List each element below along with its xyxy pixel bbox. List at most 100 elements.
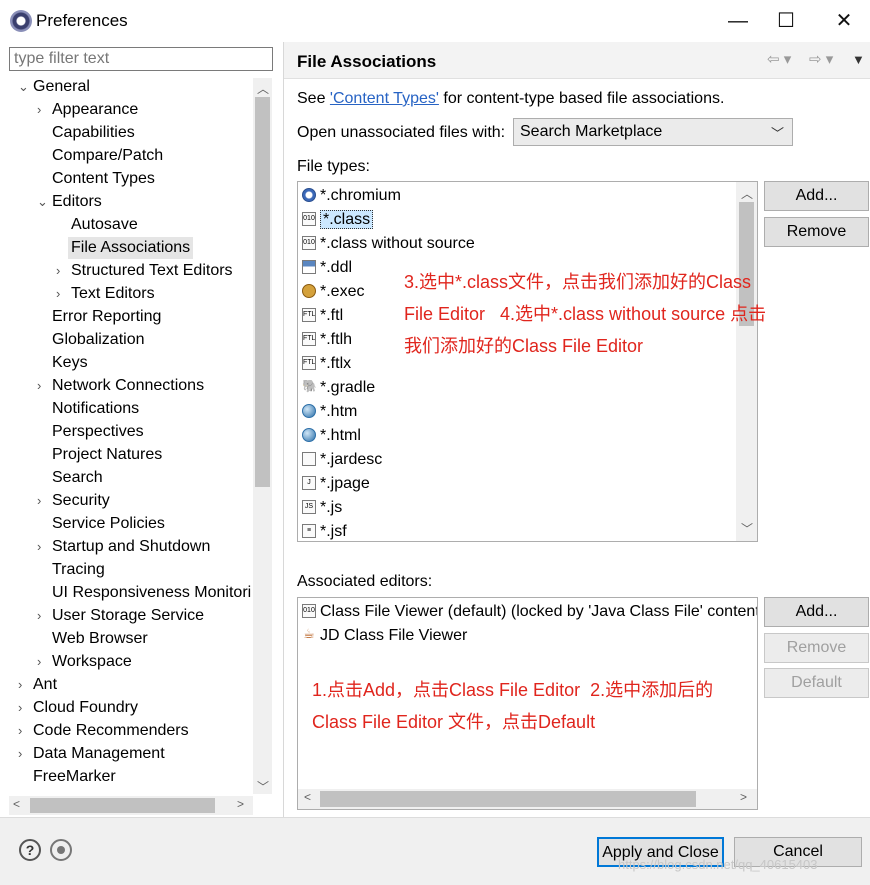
back-arrow-icon[interactable]: ⇦ ▾	[767, 50, 791, 68]
tree-item-service-policies[interactable]: Service Policies	[52, 513, 165, 535]
help-icon[interactable]: ?	[19, 839, 41, 861]
editor-row[interactable]: 010 Class File Viewer (default) (locked b…	[302, 600, 757, 624]
expand-chevron-icon[interactable]: ›	[18, 697, 22, 719]
expand-chevron-icon[interactable]: ›	[18, 674, 22, 696]
tree-item-data-management[interactable]: Data Management	[33, 743, 165, 765]
page-title: File Associations	[297, 52, 437, 71]
scroll-right-arrow-icon[interactable]: >	[740, 790, 747, 804]
tree-item-autosave[interactable]: Autosave	[71, 214, 138, 236]
see-prefix: See	[297, 90, 330, 107]
file-type-row[interactable]: *.ddl	[302, 256, 352, 280]
scroll-left-arrow-icon[interactable]: <	[13, 797, 20, 811]
file-type-name: *.ftlx	[320, 355, 352, 372]
file-type-row[interactable]: JS *.js	[302, 496, 342, 520]
file-type-row[interactable]: *.chromium	[302, 184, 401, 208]
file-type-row[interactable]: FTL *.ftlh	[302, 328, 352, 352]
expand-chevron-icon[interactable]: ›	[18, 720, 22, 742]
file-type-add-button[interactable]: Add...	[764, 181, 869, 211]
tree-item-workspace[interactable]: Workspace	[52, 651, 132, 673]
tree-item-search[interactable]: Search	[52, 467, 103, 489]
ddl-icon	[302, 260, 316, 274]
file-type-row[interactable]: 010 *.class	[302, 208, 374, 232]
scroll-up-arrow-icon[interactable]: ︿	[741, 185, 753, 202]
filter-input[interactable]: type filter text	[9, 47, 273, 71]
expand-chevron-icon[interactable]: ›	[37, 605, 41, 627]
editor-default-button[interactable]: Default	[764, 668, 869, 698]
expand-chevron-icon[interactable]: ›	[37, 375, 41, 397]
tree-item-notifications[interactable]: Notifications	[52, 398, 139, 420]
file-type-row[interactable]: *.html	[302, 424, 361, 448]
tree-item-perspectives[interactable]: Perspectives	[52, 421, 144, 443]
maximize-button[interactable]: ☐	[766, 8, 806, 34]
forward-arrow-icon[interactable]: ⇨ ▾	[809, 50, 833, 68]
tree-item-editors[interactable]: Editors	[52, 191, 102, 213]
tree-item-file-associations[interactable]: File Associations	[68, 237, 194, 259]
close-button[interactable]: ✕	[824, 8, 864, 34]
expand-chevron-icon[interactable]: ›	[37, 490, 41, 512]
file-type-row[interactable]: FTL *.ftlx	[302, 352, 351, 376]
editors-scroll-thumb[interactable]	[320, 791, 696, 807]
tree-item-text-editors[interactable]: Text Editors	[71, 283, 155, 305]
file-type-name: *.ftlh	[320, 331, 353, 348]
file-type-row[interactable]: *.jardesc	[302, 448, 382, 472]
expand-chevron-icon[interactable]: ›	[37, 536, 41, 558]
tree-item-keys[interactable]: Keys	[52, 352, 88, 374]
tree-item-compare-patch[interactable]: Compare/Patch	[52, 145, 163, 167]
tree-item-network-connections[interactable]: Network Connections	[52, 375, 204, 397]
file-type-name: *.jsf	[320, 523, 347, 540]
open-unassociated-select[interactable]: Search Marketplace ﹀	[513, 118, 793, 146]
tree-item-project-natures[interactable]: Project Natures	[52, 444, 162, 466]
scroll-up-arrow-icon[interactable]: ︿	[257, 80, 269, 97]
tree-item-appearance[interactable]: Appearance	[52, 99, 138, 121]
file-type-row[interactable]: ≡ *.jsf	[302, 520, 347, 541]
file-type-row[interactable]: J *.jpage	[302, 472, 370, 496]
editor-add-button[interactable]: Add...	[764, 597, 869, 627]
content-types-link[interactable]: 'Content Types'	[330, 90, 439, 107]
tree-item-content-types[interactable]: Content Types	[52, 168, 155, 190]
tree-item-user-storage-service[interactable]: User Storage Service	[52, 605, 204, 627]
scroll-left-arrow-icon[interactable]: <	[304, 790, 311, 804]
collapse-chevron-icon[interactable]: ⌄	[37, 191, 48, 213]
editor-remove-button[interactable]: Remove	[764, 633, 869, 663]
file-type-row[interactable]: 010 *.class without source	[302, 232, 475, 256]
tree-item-structured-text-editors[interactable]: Structured Text Editors	[71, 260, 233, 282]
collapse-chevron-icon[interactable]: ⌄	[18, 76, 29, 98]
tree-item-globalization[interactable]: Globalization	[52, 329, 145, 351]
tree-vertical-thumb[interactable]	[255, 97, 270, 487]
window-title: Preferences	[36, 11, 128, 30]
tree-item-security[interactable]: Security	[52, 490, 110, 512]
minimize-button[interactable]: —	[718, 8, 758, 34]
scroll-down-arrow-icon[interactable]: ﹀	[257, 778, 269, 795]
file-type-name: *.html	[320, 427, 361, 444]
tree-item-ui-responsiveness-monitori[interactable]: UI Responsiveness Monitori	[52, 582, 251, 604]
editor-name: JD Class File Viewer	[320, 627, 468, 644]
editor-row[interactable]: ☕ JD Class File Viewer	[302, 624, 467, 648]
tree-item-startup-and-shutdown[interactable]: Startup and Shutdown	[52, 536, 210, 558]
tree-item-cloud-foundry[interactable]: Cloud Foundry	[33, 697, 138, 719]
file-type-row[interactable]: 🐘 *.gradle	[302, 376, 375, 400]
tree-horizontal-thumb[interactable]	[30, 798, 215, 813]
tree-item-capabilities[interactable]: Capabilities	[52, 122, 135, 144]
expand-chevron-icon[interactable]: ›	[18, 743, 22, 765]
expand-chevron-icon[interactable]: ›	[37, 651, 41, 673]
view-menu-icon[interactable]: ▼	[852, 52, 865, 67]
tree-item-tracing[interactable]: Tracing	[52, 559, 105, 581]
expand-chevron-icon[interactable]: ›	[37, 99, 41, 121]
panel-divider[interactable]	[283, 42, 284, 817]
eclipse-app-icon	[10, 10, 32, 32]
expand-chevron-icon[interactable]: ›	[56, 283, 60, 305]
tree-item-web-browser[interactable]: Web Browser	[52, 628, 148, 650]
file-type-row[interactable]: *.exec	[302, 280, 364, 304]
tree-item-freemarker[interactable]: FreeMarker	[33, 766, 116, 788]
expand-chevron-icon[interactable]: ›	[56, 260, 60, 282]
scroll-down-arrow-icon[interactable]: ﹀	[741, 520, 753, 537]
file-type-row[interactable]: *.htm	[302, 400, 357, 424]
file-type-row[interactable]: FTL *.ftl	[302, 304, 343, 328]
tree-item-general[interactable]: General	[33, 76, 90, 98]
import-export-icon[interactable]	[50, 839, 72, 861]
scroll-right-arrow-icon[interactable]: >	[237, 797, 244, 811]
tree-item-code-recommenders[interactable]: Code Recommenders	[33, 720, 189, 742]
tree-item-error-reporting[interactable]: Error Reporting	[52, 306, 161, 328]
tree-item-ant[interactable]: Ant	[33, 674, 57, 696]
file-type-remove-button[interactable]: Remove	[764, 217, 869, 247]
